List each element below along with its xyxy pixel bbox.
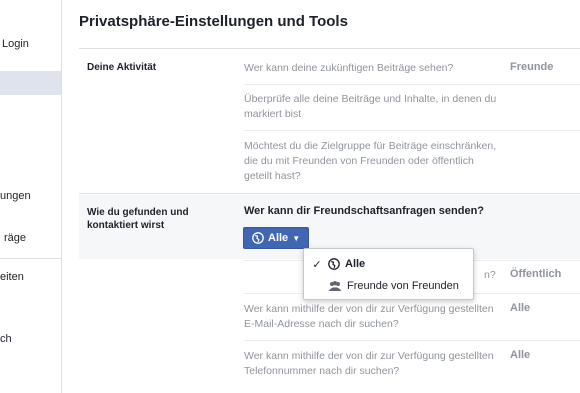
section-label-findability: Wie du gefunden und kontaktiert wirst <box>87 207 189 231</box>
setting-value-future-posts: Freunde <box>510 61 554 73</box>
setting-value-follow: Öffentlich <box>510 268 562 280</box>
setting-question-limit-past-posts[interactable]: Möchtest du die Zielgruppe für Beiträge … <box>244 139 498 184</box>
privacy-settings-panel: Privatsphäre-Einstellungen und Tools Dei… <box>62 0 580 393</box>
checkmark-icon: ✓ <box>312 258 322 271</box>
setting-question-friend-requests: Wer kann dir Freundschaftsanfragen sende… <box>244 205 485 217</box>
section-label-activity: Deine Aktivität <box>87 62 157 73</box>
sidebar-item-privacy-active[interactable] <box>0 71 61 95</box>
title-divider <box>79 48 580 49</box>
setting-question-email-lookup[interactable]: Wer kann mithilfe der von dir zur Verfüg… <box>244 302 498 332</box>
audience-option-friends-of-friends[interactable]: Freunde von Freunden <box>304 276 473 296</box>
section-divider <box>79 193 580 194</box>
sidebar-item-posts[interactable]: räge <box>4 232 65 244</box>
caret-down-icon: ▼ <box>292 233 301 243</box>
friends-icon <box>328 280 342 292</box>
sidebar-item-pages[interactable]: eiten <box>0 271 61 283</box>
audience-selector-label: Alle <box>268 232 289 244</box>
audience-option-public[interactable]: ✓ Alle <box>304 254 473 274</box>
sidebar-item-login[interactable]: Login <box>2 38 63 50</box>
setting-question-phone-lookup[interactable]: Wer kann mithilfe der von dir zur Verfüg… <box>244 349 498 379</box>
sidebar-item-search[interactable]: ch <box>0 333 61 345</box>
setting-value-phone-lookup: Alle <box>510 349 531 361</box>
audience-option-label: Freunde von Freunden <box>347 280 459 292</box>
sidebar-item-notifications[interactable]: ungen <box>0 190 61 202</box>
audience-dropdown-menu: ✓ Alle Freunde von Freunden <box>303 248 474 300</box>
row-divider <box>244 130 580 131</box>
setting-value-email-lookup: Alle <box>510 302 531 314</box>
setting-question-future-posts[interactable]: Wer kann deine zukünftigen Beiträge sehe… <box>244 61 498 76</box>
page-title: Privatsphäre-Einstellungen und Tools <box>79 13 348 30</box>
setting-question-review-tags[interactable]: Überprüfe alle deine Beiträge und Inhalt… <box>244 92 498 122</box>
settings-sidebar: Login ungen räge eiten ch <box>0 0 62 393</box>
globe-icon <box>252 232 264 244</box>
globe-icon <box>328 258 340 270</box>
audience-option-label: Alle <box>345 258 366 270</box>
row-divider <box>244 340 580 341</box>
audience-selector-button[interactable]: Alle ▼ <box>243 227 310 249</box>
sidebar-divider <box>0 258 61 259</box>
row-divider <box>244 84 580 85</box>
